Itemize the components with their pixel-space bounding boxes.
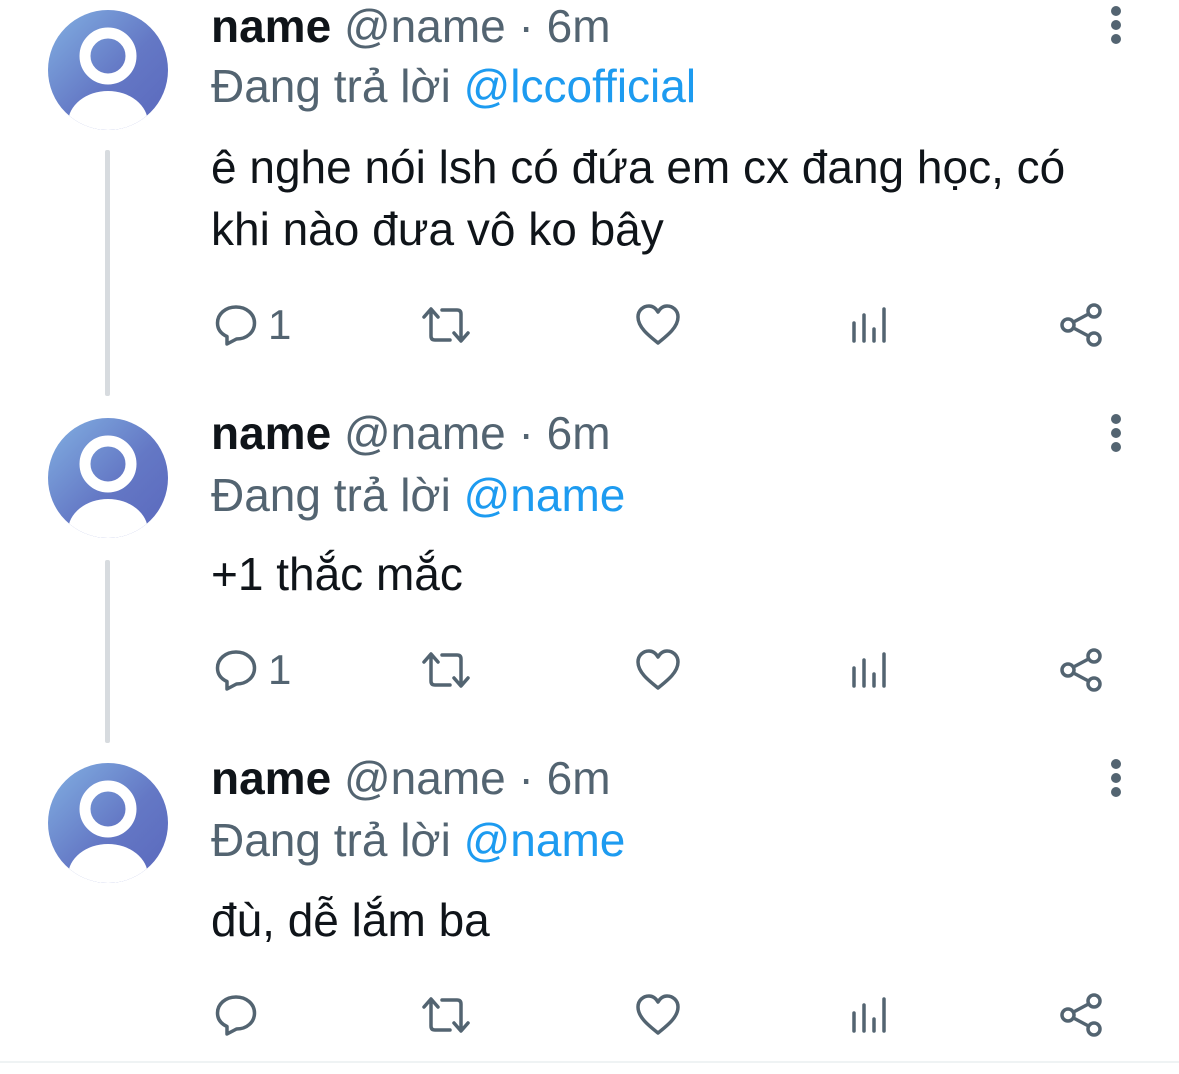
views-button[interactable] [850,640,890,700]
reply-thread: name @name · 6m Đang trả lời @lccofficia… [0,0,1179,1074]
more-options-button[interactable] [1098,0,1134,50]
display-name[interactable]: name [211,0,331,52]
tweet[interactable]: name @name · 6m Đang trả lời @lccofficia… [0,0,1179,400]
more-vertical-icon [1111,759,1121,797]
tweet-time[interactable]: 6m [547,0,611,52]
retweet-icon [422,652,470,688]
retweet-button[interactable] [420,295,472,355]
more-vertical-icon [1111,414,1121,452]
reply-button[interactable]: 1 [214,295,291,355]
meta-separator: · [518,752,534,804]
more-vertical-icon [1111,6,1121,44]
tweet-time[interactable]: 6m [547,407,611,459]
thread-connector-line [105,150,110,396]
replying-to-mention[interactable]: @name [464,814,626,866]
tweet-text: +1 thắc mắc [211,548,463,600]
tweet-header: name @name · 6m [211,407,611,459]
reply-button[interactable]: 1 [214,640,291,700]
share-icon [1060,648,1102,692]
avatar[interactable] [48,418,168,538]
avatar[interactable] [48,10,168,130]
heart-icon [636,994,680,1035]
tweet-actions: 1 [200,640,1120,700]
retweet-icon [422,307,470,343]
more-options-button[interactable] [1098,408,1134,458]
heart-icon [636,304,680,345]
share-button[interactable] [1058,985,1104,1045]
user-handle[interactable]: @name [344,752,506,804]
views-button[interactable] [850,985,890,1045]
tweet-time[interactable]: 6m [547,752,611,804]
reply-bubble-icon [215,650,257,691]
replying-to-label: Đang trả lời [211,469,451,521]
user-handle[interactable]: @name [344,0,506,52]
meta-separator: · [518,407,534,459]
retweet-button[interactable] [420,985,472,1045]
tweet[interactable]: name @name · 6m Đang trả lời @name +1 th… [0,405,1179,745]
tweet-text: ê nghe nói lsh có đứa em cx đang học, có… [211,141,1066,255]
reply-bubble-icon [215,305,257,346]
reply-count: 1 [268,301,292,348]
tweet-header: name @name · 6m [211,0,611,52]
thread-connector-line [105,560,110,743]
share-button[interactable] [1058,295,1104,355]
tweet-actions [200,985,1120,1045]
default-user-icon [68,435,148,538]
reply-count: 1 [268,646,292,693]
tweet[interactable]: name @name · 6m Đang trả lời @name đù, d… [0,750,1179,1060]
share-button[interactable] [1058,640,1104,700]
share-icon [1060,303,1102,347]
replying-to-label: Đang trả lời [211,60,451,112]
meta-separator: · [518,0,534,52]
display-name[interactable]: name [211,752,331,804]
analytics-bars-icon [852,652,886,688]
replying-to-mention[interactable]: @name [464,469,626,521]
reply-bubble-icon [215,995,257,1036]
tweet-header: name @name · 6m [211,752,611,804]
retweet-icon [422,997,470,1033]
default-user-icon [68,27,148,130]
like-button[interactable] [635,295,681,355]
like-button[interactable] [635,985,681,1045]
analytics-bars-icon [852,307,886,343]
replying-to: Đang trả lời @name [211,812,625,868]
tweet-text: đù, dễ lắm ba [211,894,490,946]
analytics-bars-icon [852,997,886,1033]
reply-button[interactable] [214,985,268,1045]
replying-to-label: Đang trả lời [211,814,451,866]
share-icon [1060,993,1102,1037]
like-button[interactable] [635,640,681,700]
replying-to-mention[interactable]: @lccofficial [464,60,696,112]
heart-icon [636,649,680,690]
replying-to: Đang trả lời @lccofficial [211,58,696,114]
more-options-button[interactable] [1098,753,1134,803]
default-user-icon [68,780,148,883]
display-name[interactable]: name [211,407,331,459]
avatar[interactable] [48,763,168,883]
bottom-divider [0,1061,1179,1063]
views-button[interactable] [850,295,890,355]
replying-to: Đang trả lời @name [211,467,625,523]
tweet-actions: 1 [200,295,1120,355]
user-handle[interactable]: @name [344,407,506,459]
retweet-button[interactable] [420,640,472,700]
